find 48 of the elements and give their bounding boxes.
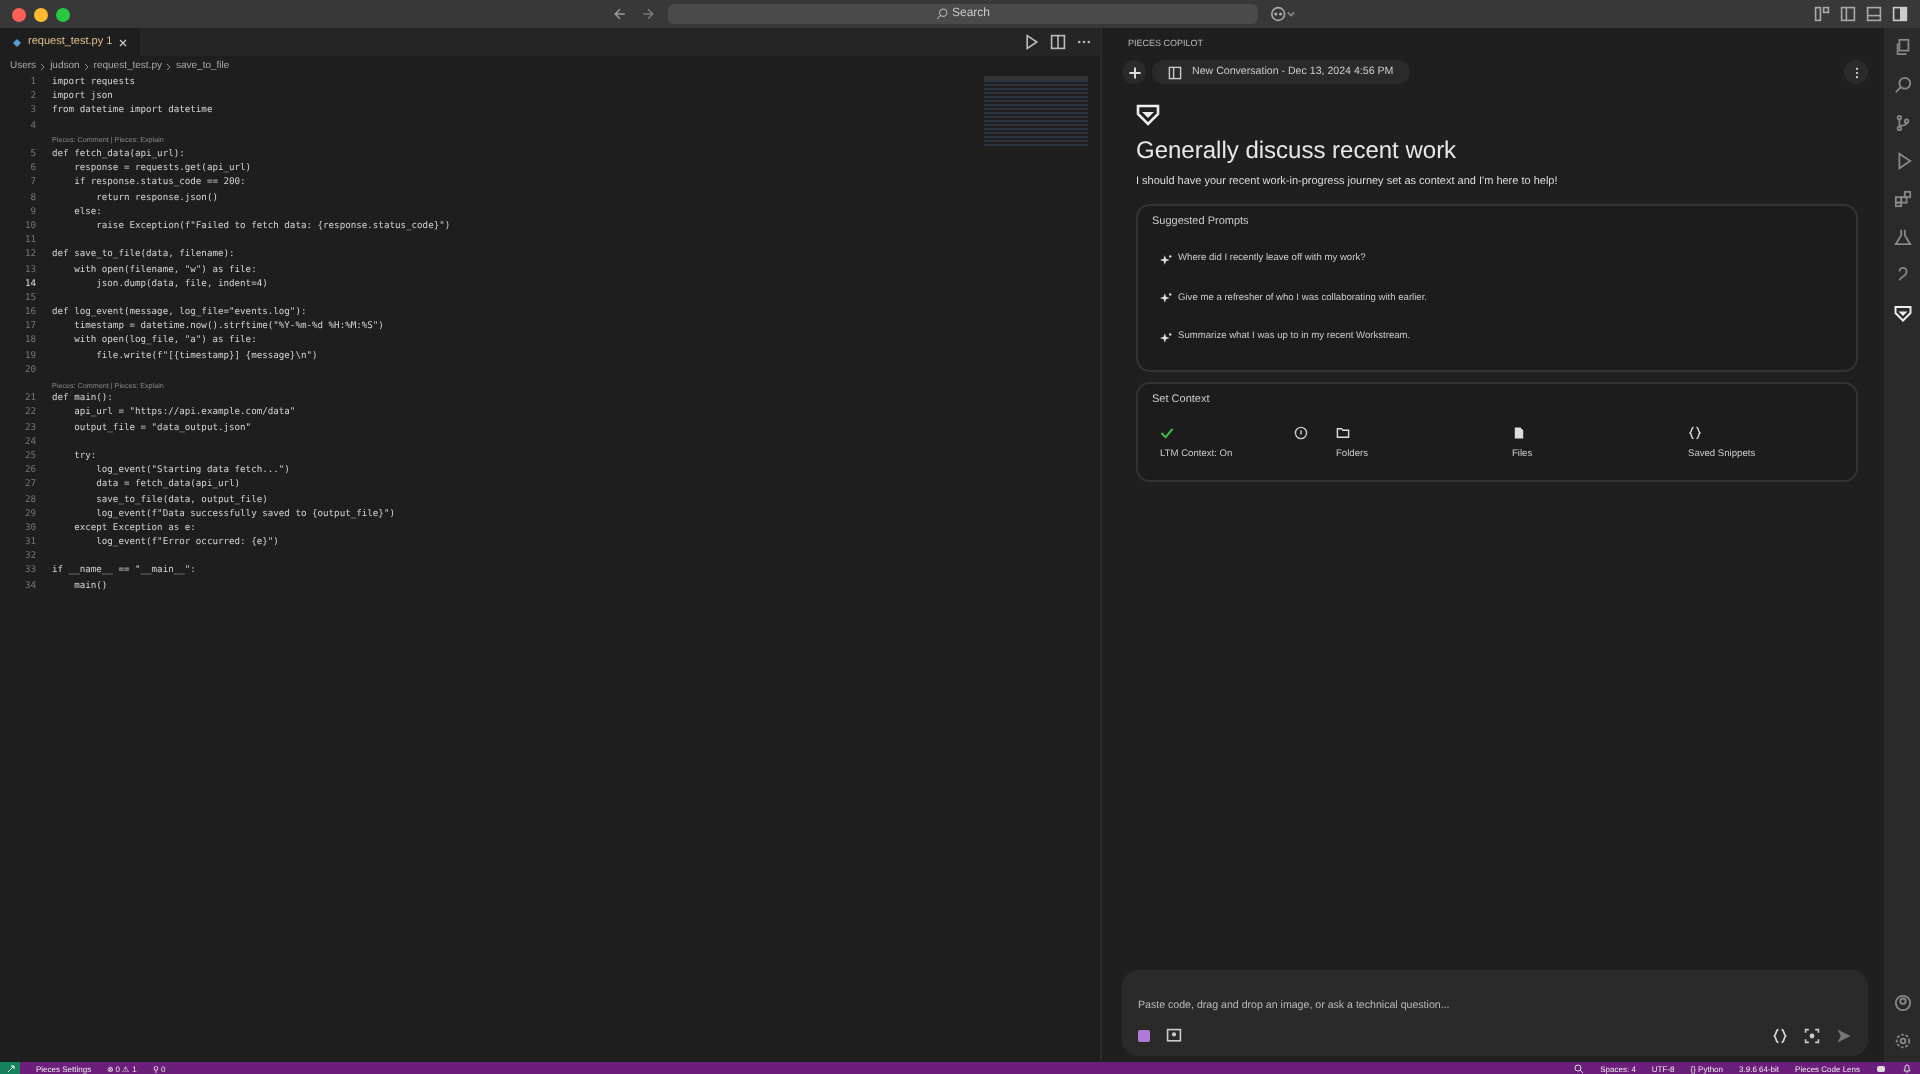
- sparkle-icon: [1160, 331, 1172, 344]
- back-arrow-icon[interactable]: [612, 6, 628, 22]
- zoom-icon[interactable]: [1574, 1063, 1585, 1073]
- sparkle-icon: [1160, 253, 1172, 266]
- toggle-sidebar-icon[interactable]: [1840, 6, 1856, 22]
- account-icon[interactable]: [1893, 994, 1911, 1012]
- ear-icon[interactable]: [1893, 266, 1911, 284]
- extensions-icon[interactable]: [1893, 190, 1911, 208]
- settings-icon[interactable]: [1893, 1032, 1911, 1050]
- braces-icon[interactable]: [1772, 1028, 1788, 1044]
- close-icon[interactable]: [118, 37, 129, 47]
- minimize-window-button[interactable]: [34, 7, 48, 21]
- flask-icon[interactable]: [1893, 228, 1911, 246]
- toggle-panel-icon[interactable]: [1866, 6, 1882, 22]
- split-editor-icon[interactable]: [1050, 34, 1066, 50]
- image-icon[interactable]: [1166, 1028, 1182, 1044]
- bell-icon[interactable]: [1902, 1063, 1912, 1073]
- scan-icon[interactable]: [1804, 1028, 1820, 1044]
- sidebar-icon[interactable]: [1168, 65, 1182, 79]
- files-icon[interactable]: [1893, 38, 1911, 56]
- forward-arrow-icon[interactable]: [640, 6, 656, 22]
- account-icon[interactable]: [1270, 6, 1296, 22]
- search-icon[interactable]: [1893, 76, 1911, 94]
- source-control-icon[interactable]: [1893, 114, 1911, 132]
- pieces-logo-icon[interactable]: [1893, 304, 1911, 322]
- close-window-button[interactable]: [12, 7, 26, 21]
- folder-icon: [1336, 425, 1350, 439]
- plus-icon: [1127, 65, 1141, 79]
- python-file-icon: [12, 37, 22, 47]
- chat-heading: Generally discuss recent work: [1136, 136, 1459, 164]
- run-icon[interactable]: [1024, 34, 1040, 50]
- customize-layout-icon[interactable]: [1814, 6, 1830, 22]
- more-options-button[interactable]: [1844, 60, 1868, 84]
- sparkle-icon: [1160, 292, 1172, 305]
- toggle-secondary-sidebar-icon[interactable]: [1892, 6, 1908, 22]
- pieces-logo-icon: [1136, 102, 1160, 126]
- kebab-icon: [1853, 65, 1859, 79]
- copilot-icon[interactable]: [1876, 1063, 1886, 1073]
- new-chat-button[interactable]: [1122, 60, 1146, 84]
- send-icon[interactable]: [1836, 1028, 1852, 1044]
- model-icon[interactable]: [1138, 1030, 1150, 1042]
- info-icon[interactable]: [1294, 425, 1308, 439]
- zoom-window-button[interactable]: [56, 7, 70, 21]
- file-icon: [1512, 425, 1526, 439]
- braces-icon: [1688, 425, 1702, 439]
- run-debug-icon[interactable]: [1893, 152, 1911, 170]
- remote-button[interactable]: [0, 1062, 20, 1074]
- search-icon: [935, 8, 948, 20]
